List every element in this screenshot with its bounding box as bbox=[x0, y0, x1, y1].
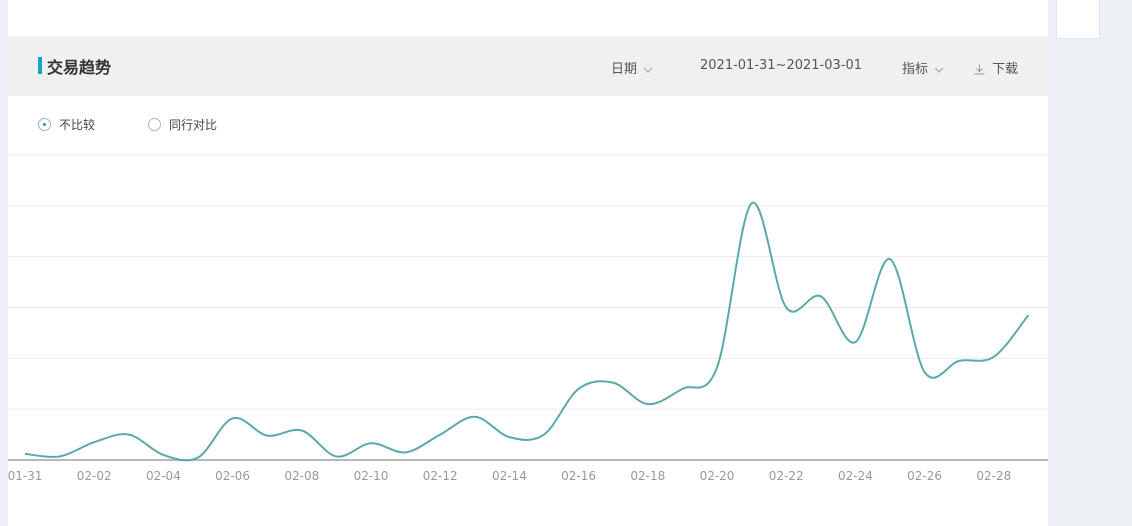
x-tick-label: 02-18 bbox=[630, 469, 665, 483]
x-tick-label: 02-02 bbox=[77, 469, 112, 483]
x-tick-label: 02-28 bbox=[976, 469, 1011, 483]
x-tick-label: 02-12 bbox=[423, 469, 458, 483]
x-tick-label: 02-16 bbox=[561, 469, 596, 483]
trade-trend-chart: 01-31 02-02 02-04 02-06 02-08 02-10 02-12 02-14… bbox=[8, 154, 1048, 483]
x-tick-label: 02-10 bbox=[354, 469, 389, 483]
x-tick-label: 02-26 bbox=[907, 469, 942, 483]
x-tick-label: 02-14 bbox=[492, 469, 527, 483]
x-tick-label: 02-08 bbox=[284, 469, 319, 483]
x-tick-label: 01-31 bbox=[8, 469, 42, 483]
x-tick-label: 02-24 bbox=[838, 469, 873, 483]
x-tick-label: 02-04 bbox=[146, 469, 181, 483]
x-tick-label: 02-20 bbox=[700, 469, 735, 483]
trade-trend-line bbox=[24, 201, 1030, 462]
x-tick-label: 02-06 bbox=[215, 469, 250, 483]
trade-trend-panel: 交易趋势 日期 2021-01-31~2021-03-01 指标 下载 不比较 bbox=[8, 36, 1048, 526]
top-card bbox=[8, 0, 1048, 36]
side-panel-box bbox=[1056, 0, 1100, 39]
x-tick-label: 02-22 bbox=[769, 469, 804, 483]
